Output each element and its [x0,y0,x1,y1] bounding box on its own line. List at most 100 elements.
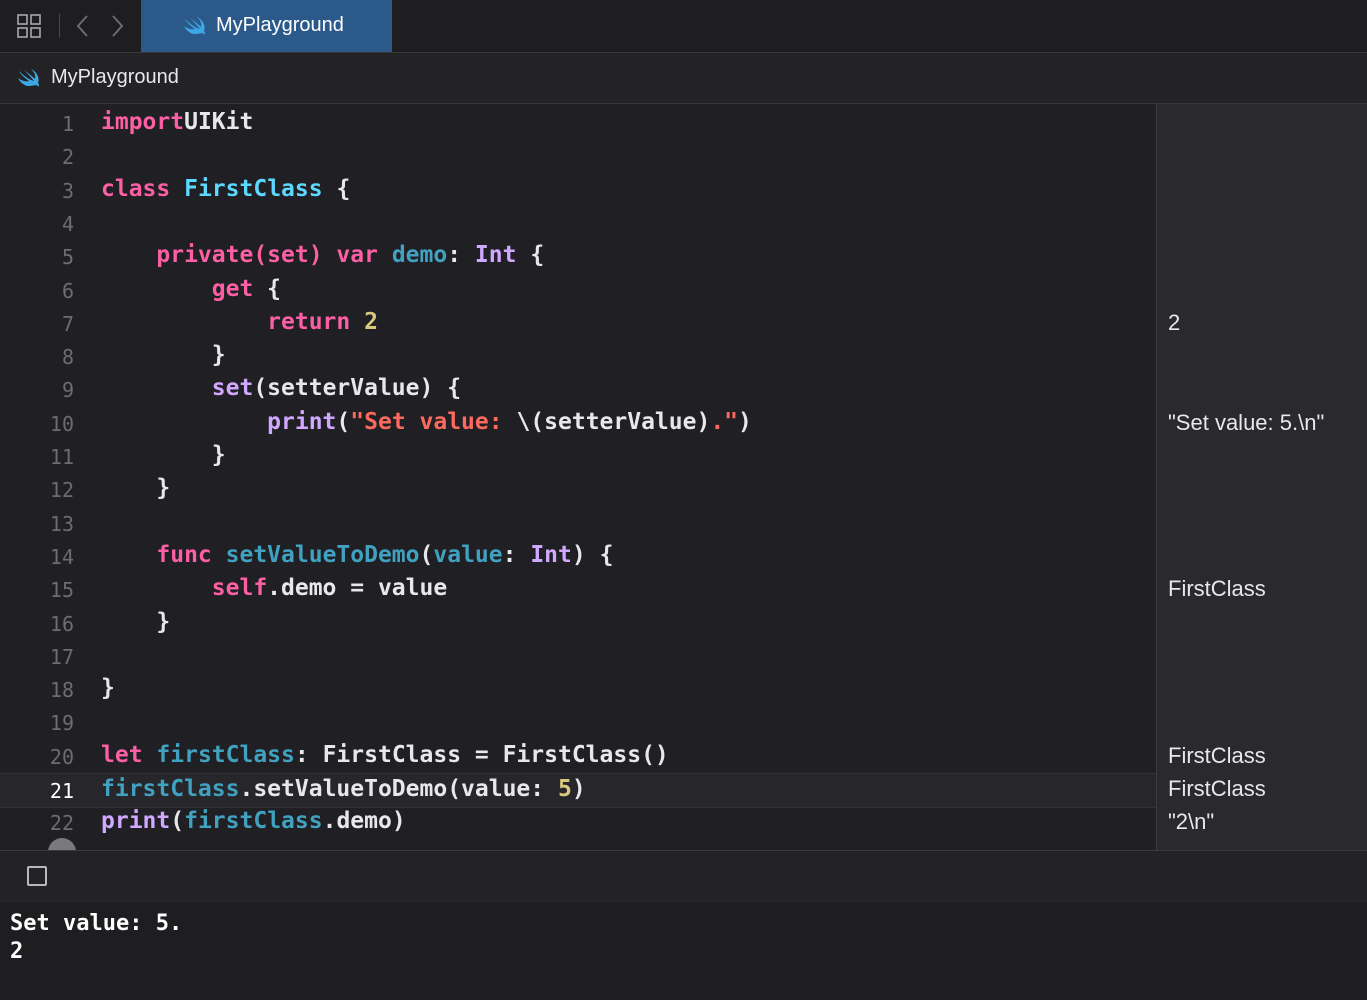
code-token: ." [710,408,739,435]
code-text: } [101,342,226,368]
code-text: } [101,609,170,635]
code-line[interactable]: 18} [0,673,1156,706]
tab-myplayground[interactable]: MyPlayground [141,0,392,52]
code-token: ) { [571,541,614,568]
line-number: 16 [49,611,74,636]
result-value[interactable]: "Set value: 5.\n" [1168,410,1324,436]
code-text: print("Set value: \(setterValue).") [101,409,752,435]
code-text: self.demo = value [101,575,447,601]
result-value[interactable]: FirstClass [1168,776,1266,802]
code-text: class FirstClass { [101,176,350,202]
code-token: "Set value: [350,408,517,435]
console-line: Set value: 5. [10,911,183,936]
toolbar-divider [59,14,60,38]
code-line[interactable]: 13 [0,507,1156,540]
code-line[interactable]: 2 [0,140,1156,173]
code-token: firstClass [156,741,295,768]
code-token: print [101,808,171,835]
code-token: import [101,109,185,135]
chevron-right-icon[interactable] [108,12,126,40]
breadcrumb-item[interactable]: MyPlayground [51,66,179,89]
chevron-left-icon[interactable] [74,12,92,40]
code-token: UIKit [184,109,254,135]
code-line[interactable]: 11 } [0,440,1156,473]
code-token: ( [419,541,434,568]
window-toolbar: MyPlayground [0,0,1367,53]
code-token: 5 [557,776,572,802]
line-number: 22 [49,811,74,836]
code-text: let firstClass: FirstClass = FirstClass(… [101,742,669,768]
code-token: return [267,308,351,335]
code-line[interactable]: 7 return 2 [0,307,1156,340]
result-value[interactable]: "2\n" [1168,809,1214,835]
code-line[interactable]: 20 let firstClass: FirstClass = FirstClas… [0,740,1156,773]
code-token: : FirstClass = FirstClass() [294,741,669,768]
code-token: value [433,541,503,568]
code-token: private(set) [156,242,323,269]
code-text: } [101,475,170,501]
code-token: Int [530,541,572,568]
grid-icon[interactable] [16,13,42,39]
code-line[interactable]: 22 print(firstClass.demo) [0,806,1156,839]
tab-label: MyPlayground [216,14,344,36]
result-value[interactable]: 2 [1168,310,1180,336]
line-number: 1 [61,112,74,136]
line-number: 19 [49,711,74,736]
debug-bar [0,850,1367,904]
code-token: Int [474,242,517,269]
line-number: 5 [61,245,74,270]
line-number: 12 [49,478,74,503]
code-line[interactable]: 6 get { [0,274,1156,307]
code-token: } [101,608,171,635]
code-text: } [101,675,115,701]
code-token: ( [170,808,185,835]
result-value[interactable]: FirstClass [1168,743,1266,769]
code-line[interactable]: 15 self.demo = value [0,573,1156,606]
line-number: 6 [61,278,74,303]
code-token: (setterValue) { [253,375,462,402]
results-sidebar: 2 "Set value: 5.\n" FirstClass FirstClass Fi… [1156,104,1367,850]
code-token: \(setterValue) [516,408,711,435]
line-number: 9 [61,378,74,403]
code-token: .setValueToDemo(value: [239,776,558,802]
code-line[interactable]: 19 [0,706,1156,739]
line-number: 10 [49,411,74,436]
code-line[interactable]: 17 [0,640,1156,673]
code-line[interactable]: 5 private(set) var demo: Int { [0,240,1156,273]
code-text: private(set) var demo: Int { [101,242,544,268]
console-toggle-button[interactable] [27,866,47,886]
code-token: FirstClass [184,175,323,202]
line-number: 4 [61,211,74,236]
code-line[interactable]: 16 } [0,607,1156,640]
code-line[interactable]: 12 } [0,473,1156,506]
code-editor[interactable]: 1 importUIKit 2 3 class FirstClass { 4 5 priva… [0,104,1156,850]
code-token: ) [738,408,752,435]
code-token: self [211,575,268,602]
code-token: { [516,242,545,269]
code-text: print(firstClass.demo) [101,808,406,834]
code-line[interactable]: 14 func setValueToDemo(value: Int) { [0,540,1156,573]
code-token: firstClass [184,808,323,835]
code-line[interactable]: 1 importUIKit [0,107,1156,140]
swift-icon [184,17,206,35]
code-token: .demo) [322,808,406,835]
code-line[interactable]: 3 class FirstClass { [0,174,1156,207]
code-token: demo [391,242,448,269]
line-number: 7 [61,311,74,336]
code-line[interactable]: 4 [0,207,1156,240]
code-line[interactable]: 9 set(setterValue) { [0,373,1156,406]
code-token: } [101,475,171,502]
code-token: } [101,342,226,369]
code-line[interactable]: 8 } [0,340,1156,373]
code-line[interactable]: 21 firstClass.setValueToDemo(value: 5) [0,773,1156,808]
result-value[interactable]: FirstClass [1168,576,1266,602]
code-line[interactable]: 10 print("Set value: \(setterValue).") [0,407,1156,440]
line-number: 15 [49,578,74,603]
